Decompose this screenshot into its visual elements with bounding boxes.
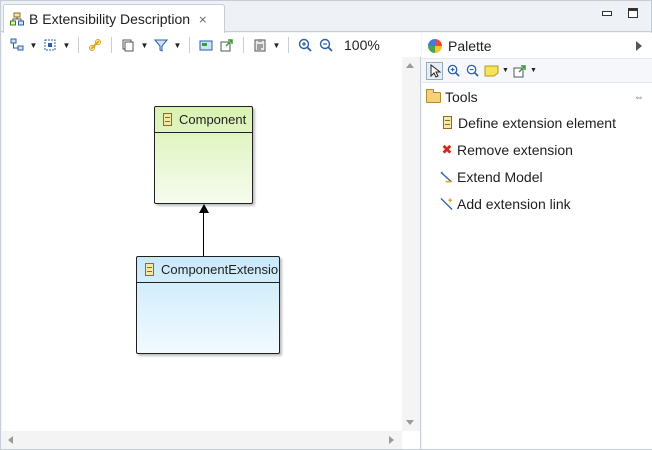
drawer-label: Tools	[445, 89, 478, 105]
editor-tab-bar: B Extensibility Description ⨯	[1, 1, 651, 33]
toolbar-divider	[243, 37, 244, 53]
node-label: ComponentExtension	[161, 262, 279, 277]
tool-extend-model[interactable]: Extend Model	[422, 163, 652, 190]
scroll-up-icon[interactable]	[406, 63, 414, 68]
extension-link-icon	[440, 197, 454, 211]
clipboard-dropdown-icon[interactable]: ▼	[272, 36, 281, 54]
editor-window: B Extensibility Description ⨯ ▼ ▼ ▼ ▼ ▼ …	[0, 0, 652, 450]
remove-icon: ✖	[441, 141, 453, 157]
filter-dropdown-icon[interactable]: ▼	[173, 36, 182, 54]
zoom-out-icon[interactable]	[317, 36, 335, 54]
note-dropdown-icon[interactable]: ▼	[502, 67, 509, 74]
palette-panel: Palette ▼ ▼ Tools ⇔ Define extension ele…	[422, 33, 652, 449]
node-header: Component	[155, 107, 252, 133]
folder-icon	[426, 88, 441, 103]
tool-add-extension-link[interactable]: Add extension link	[422, 190, 652, 217]
diagram-toolbar: ▼ ▼ ▼ ▼ ▼ 100%	[2, 33, 421, 57]
palette-icon	[428, 38, 442, 53]
select-pointer-icon[interactable]	[426, 61, 443, 80]
class-icon	[163, 113, 172, 126]
zoom-out-icon[interactable]	[464, 62, 481, 80]
pin-icon[interactable]: ⇔	[634, 92, 644, 103]
zoom-in-icon[interactable]	[445, 62, 462, 80]
vertical-scrollbar[interactable]	[402, 57, 420, 431]
clipboard-icon[interactable]	[251, 36, 269, 54]
horizontal-scrollbar[interactable]	[2, 431, 402, 449]
copy-format-dropdown-icon[interactable]: ▼	[140, 36, 149, 54]
zoom-in-icon[interactable]	[296, 36, 314, 54]
filter-icon[interactable]	[152, 36, 170, 54]
class-icon	[145, 263, 154, 276]
extension-element-icon	[443, 116, 452, 129]
palette-title: Palette	[448, 37, 492, 54]
tool-label: Define extension element	[458, 114, 616, 131]
window-controls	[601, 7, 639, 19]
note-icon[interactable]	[483, 62, 500, 80]
editor-tab-title: B Extensibility Description	[29, 11, 191, 27]
diagram-canvas[interactable]: Component ComponentExtension	[2, 57, 404, 431]
arrange-dropdown-icon[interactable]: ▼	[29, 36, 38, 54]
toolbar-divider	[78, 37, 79, 53]
extension-edge[interactable]	[203, 207, 204, 257]
link-icon[interactable]	[86, 36, 104, 54]
toolbar-divider	[111, 37, 112, 53]
component-extension-node[interactable]: ComponentExtension	[136, 256, 280, 354]
model-icon	[10, 12, 24, 26]
editor-tab[interactable]: B Extensibility Description ⨯	[3, 4, 225, 33]
tool-label: Add extension link	[457, 195, 571, 212]
select-all-icon[interactable]	[41, 36, 59, 54]
minimize-icon[interactable]	[601, 7, 613, 19]
extend-model-icon	[440, 170, 454, 184]
export-icon[interactable]	[511, 62, 528, 80]
toolbar-divider	[288, 37, 289, 53]
scroll-right-icon[interactable]	[389, 436, 394, 444]
tool-define-extension-element[interactable]: Define extension element	[422, 109, 652, 136]
arrange-icon[interactable]	[8, 36, 26, 54]
diagram-editor: ▼ ▼ ▼ ▼ ▼ 100% Component ComponentExtens…	[2, 33, 421, 449]
tool-label: Remove extension	[457, 141, 573, 158]
maximize-icon[interactable]	[627, 7, 639, 19]
select-dropdown-icon[interactable]: ▼	[62, 36, 71, 54]
export-icon[interactable]	[218, 36, 236, 54]
tool-remove-extension[interactable]: ✖ Remove extension	[422, 136, 652, 163]
close-icon[interactable]: ⨯	[198, 13, 207, 26]
tools-drawer[interactable]: Tools ⇔	[422, 85, 652, 109]
node-header: ComponentExtension	[137, 257, 279, 283]
copy-format-icon[interactable]	[119, 36, 137, 54]
arrowhead-icon	[199, 204, 209, 213]
scroll-left-icon[interactable]	[8, 436, 13, 444]
palette-header: Palette	[422, 33, 652, 59]
zoom-level[interactable]: 100%	[344, 37, 380, 53]
layers-icon[interactable]	[197, 36, 215, 54]
node-label: Component	[179, 112, 247, 127]
scroll-down-icon[interactable]	[406, 420, 414, 425]
palette-toolbar: ▼ ▼	[422, 59, 652, 83]
component-node[interactable]: Component	[154, 106, 253, 204]
export-dropdown-icon[interactable]: ▼	[530, 67, 537, 74]
tool-label: Extend Model	[457, 168, 543, 185]
collapse-palette-icon[interactable]	[636, 40, 642, 51]
toolbar-divider	[189, 37, 190, 53]
